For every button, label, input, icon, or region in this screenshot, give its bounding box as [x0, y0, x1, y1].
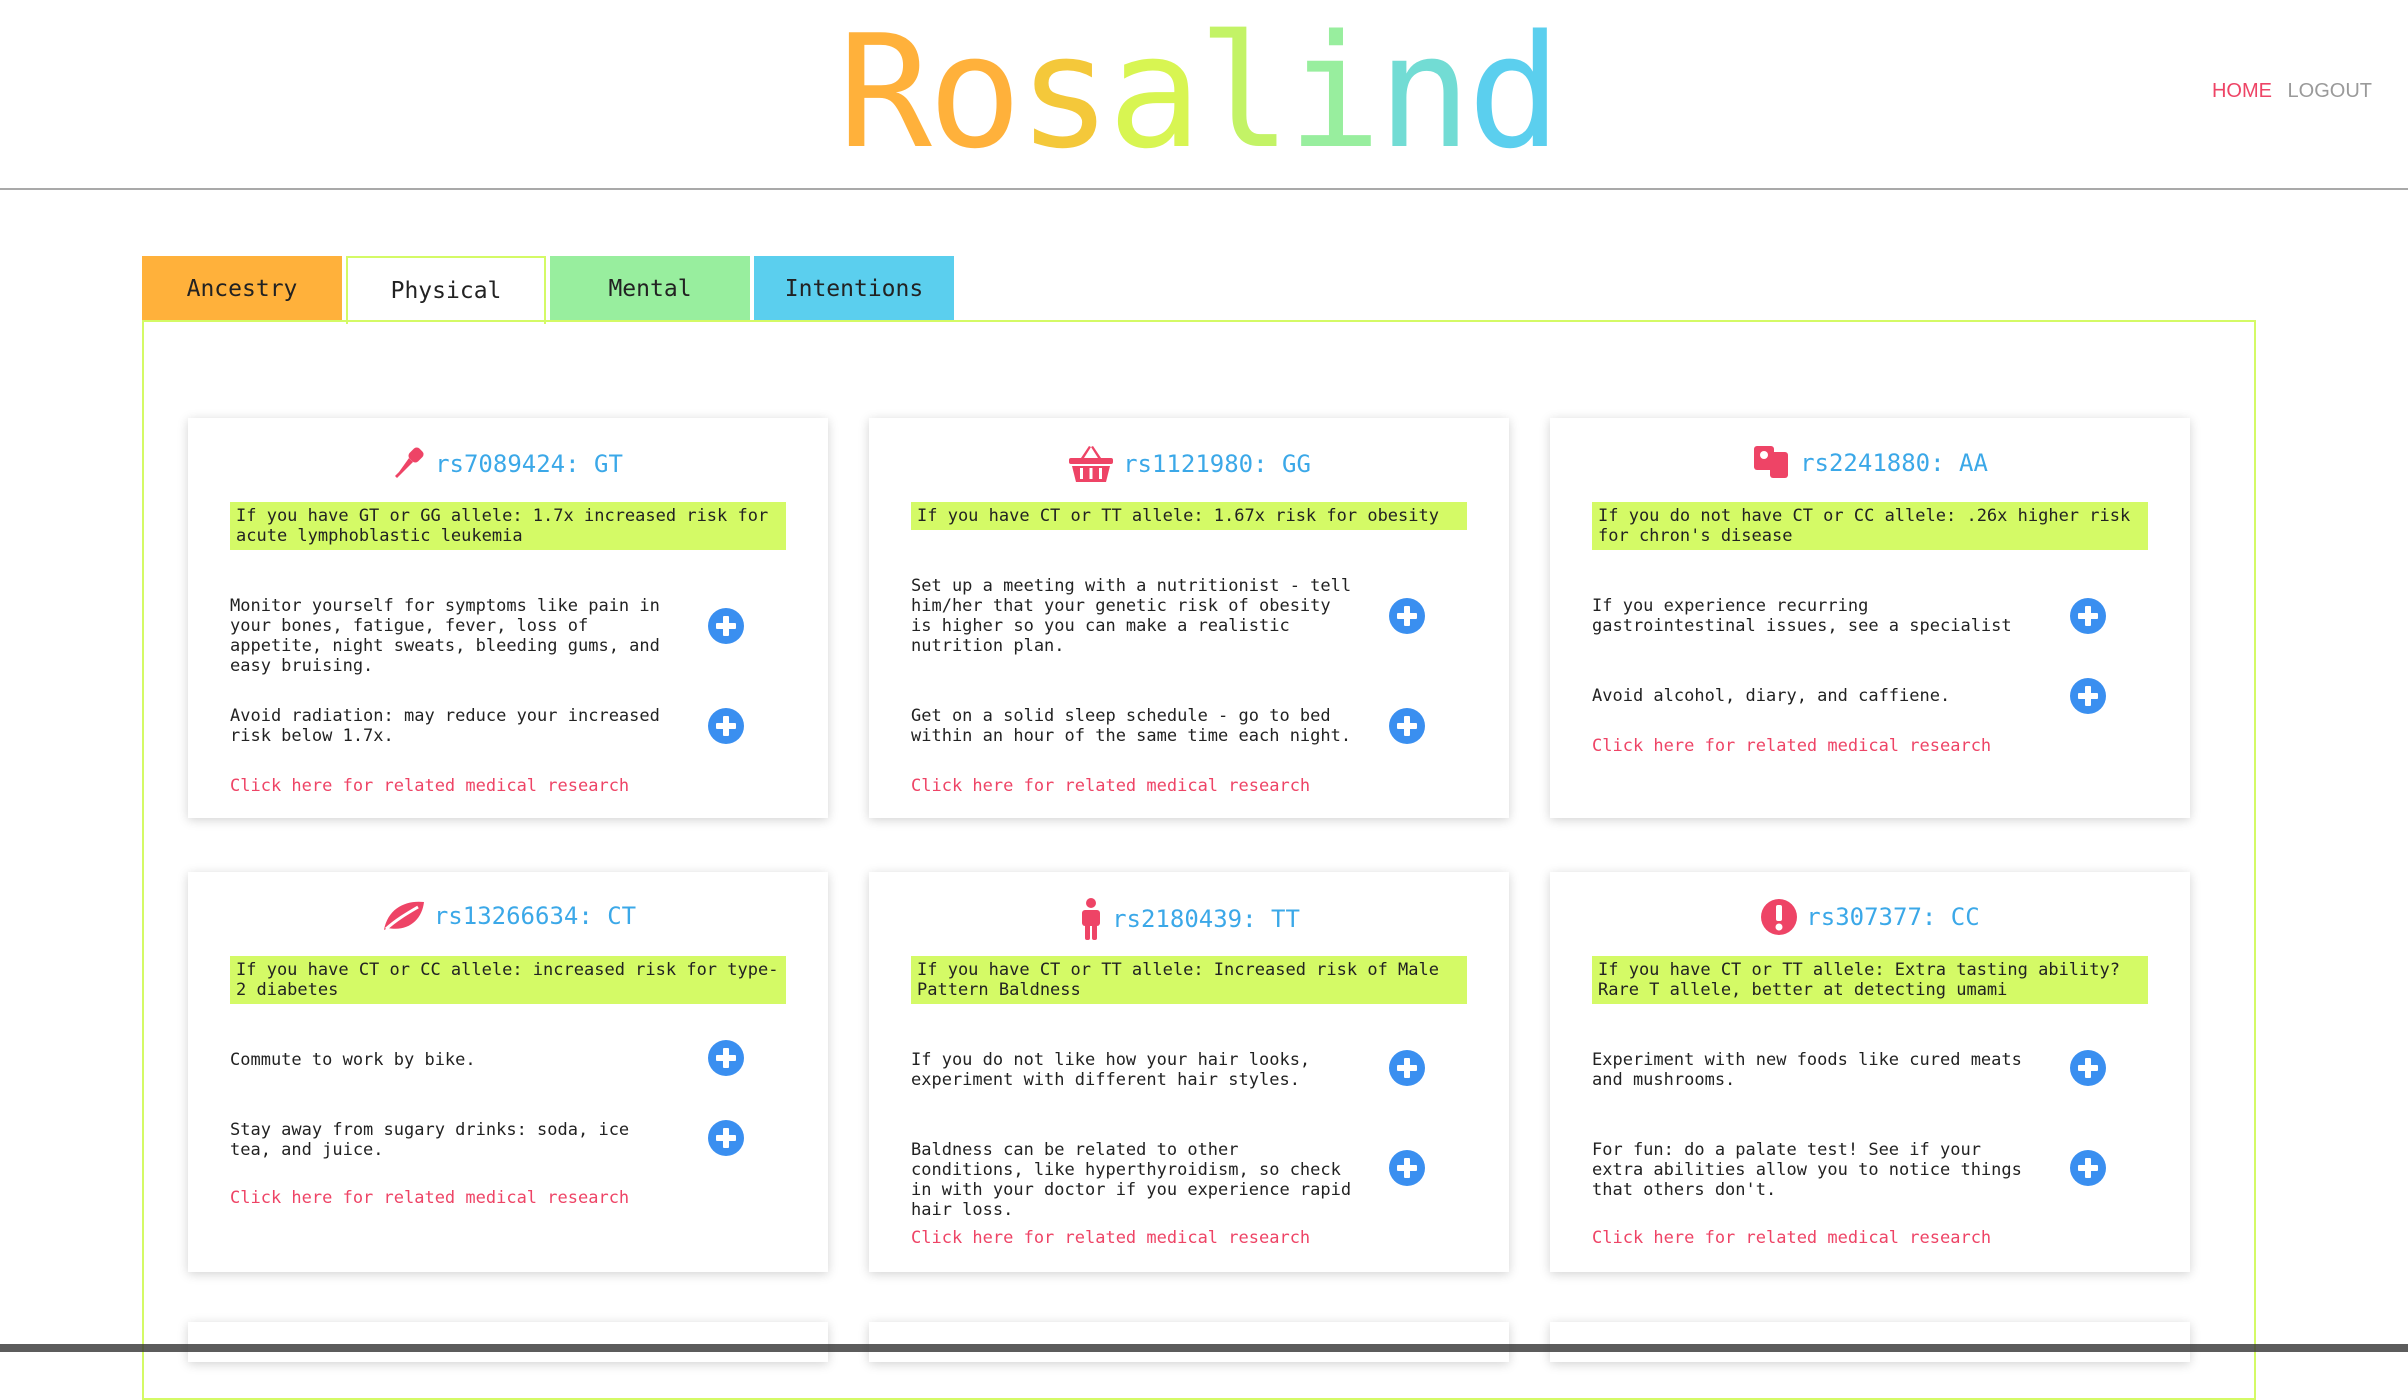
research-link[interactable]: Click here for related medical research: [1592, 1228, 1991, 1248]
header: Rosalind HOME LOGOUT: [0, 0, 2408, 190]
risk-statement: If you have CT or TT allele: Extra tasti…: [1592, 956, 2148, 1004]
tab-intentions[interactable]: Intentions: [754, 256, 954, 322]
snp-card-partial: [869, 1322, 1509, 1362]
add-recommendation-button[interactable]: [1389, 1050, 1425, 1086]
snp-card: rs7089424: GT If you have GT or GG allel…: [188, 418, 828, 818]
add-recommendation-button[interactable]: [708, 708, 744, 744]
tab-ancestry[interactable]: Ancestry: [142, 256, 342, 322]
risk-statement: If you have CT or TT allele: 1.67x risk …: [911, 502, 1467, 530]
add-recommendation-button[interactable]: [2070, 1050, 2106, 1086]
basket-icon: [1069, 446, 1114, 482]
add-recommendation-button[interactable]: [2070, 1150, 2106, 1186]
logo-letter: i: [1287, 1, 1382, 183]
recommendation: Set up a meeting with a nutritionist - t…: [911, 576, 1352, 656]
recommendation: If you experience recurring gastrointest…: [1592, 596, 2012, 636]
logo-letter: o: [927, 1, 1022, 183]
logo: Rosalind: [838, 1, 1561, 183]
card-title: rs13266634: CT: [188, 898, 828, 934]
logo-letter: n: [1377, 1, 1472, 183]
snp-card: rs1121980: GG If you have CT or TT allel…: [869, 418, 1509, 818]
recommendation: Stay away from sugary drinks: soda, ice …: [230, 1120, 630, 1160]
logo-letter: d: [1467, 1, 1561, 183]
toilet-paper-icon: [1754, 446, 1789, 478]
snp-card: rs13266634: CT If you have CT or CC alle…: [188, 872, 828, 1272]
add-recommendation-button[interactable]: [2070, 678, 2106, 714]
add-recommendation-button[interactable]: [708, 1040, 744, 1076]
recommendation: Commute to work by bike.: [230, 1050, 476, 1070]
add-recommendation-button[interactable]: [1389, 598, 1425, 634]
recommendation: If you do not like how your hair looks, …: [911, 1050, 1311, 1090]
risk-statement: If you have CT or TT allele: Increased r…: [911, 956, 1467, 1004]
research-link[interactable]: Click here for related medical research: [230, 1188, 629, 1208]
research-link[interactable]: Click here for related medical research: [911, 1228, 1310, 1248]
add-recommendation-button[interactable]: [708, 608, 744, 644]
tab-mental[interactable]: Mental: [550, 256, 750, 322]
logo-letter: l: [1197, 1, 1292, 183]
tab-physical[interactable]: Physical: [346, 256, 546, 324]
nav-logout-link[interactable]: LOGOUT: [2288, 80, 2372, 102]
card-title: rs1121980: GG: [869, 444, 1509, 484]
add-recommendation-button[interactable]: [708, 1120, 744, 1156]
recommendation: Avoid alcohol, diary, and caffiene.: [1592, 686, 1951, 706]
person-icon: [1082, 898, 1101, 940]
logo-letter: R: [838, 1, 932, 183]
dropper-icon: [395, 447, 424, 478]
top-nav: HOME LOGOUT: [2202, 80, 2372, 103]
add-recommendation-button[interactable]: [1389, 708, 1425, 744]
research-link[interactable]: Click here for related medical research: [1592, 736, 1991, 756]
recommendation: Get on a solid sleep schedule - go to be…: [911, 706, 1352, 746]
risk-statement: If you have CT or CC allele: increased r…: [230, 956, 786, 1004]
research-link[interactable]: Click here for related medical research: [911, 776, 1310, 796]
research-link[interactable]: Click here for related medical research: [230, 776, 629, 796]
window-bottom-edge: [0, 1344, 2408, 1352]
card-title: rs7089424: GT: [188, 444, 828, 484]
snp-card: rs2180439: TT If you have CT or TT allel…: [869, 872, 1509, 1272]
snp-card-partial: [1550, 1322, 2190, 1362]
snp-card: rs307377: CC If you have CT or TT allele…: [1550, 872, 2190, 1272]
exclamation-icon: [1761, 899, 1798, 935]
recommendation: Baldness can be related to other conditi…: [911, 1140, 1352, 1220]
recommendation: Experiment with new foods like cured mea…: [1592, 1050, 2022, 1090]
card-title: rs307377: CC: [1550, 898, 2190, 936]
recommendation: Monitor yourself for symptoms like pain …: [230, 596, 660, 676]
add-recommendation-button[interactable]: [2070, 598, 2106, 634]
risk-statement: If you do not have CT or CC allele: .26x…: [1592, 502, 2148, 550]
nav-home-link[interactable]: HOME: [2212, 80, 2272, 102]
risk-statement: If you have GT or GG allele: 1.7x increa…: [230, 502, 786, 550]
snp-card: rs2241880: AA If you do not have CT or C…: [1550, 418, 2190, 818]
card-title: rs2180439: TT: [869, 898, 1509, 940]
logo-letter: s: [1017, 1, 1112, 183]
recommendation: Avoid radiation: may reduce your increas…: [230, 706, 660, 746]
snp-card-partial: [188, 1322, 828, 1362]
leaf-icon: [383, 901, 424, 931]
recommendation: For fun: do a palate test! See if your e…: [1592, 1140, 2022, 1200]
logo-letter: a: [1107, 1, 1202, 183]
add-recommendation-button[interactable]: [1389, 1150, 1425, 1186]
card-title: rs2241880: AA: [1550, 444, 2190, 482]
